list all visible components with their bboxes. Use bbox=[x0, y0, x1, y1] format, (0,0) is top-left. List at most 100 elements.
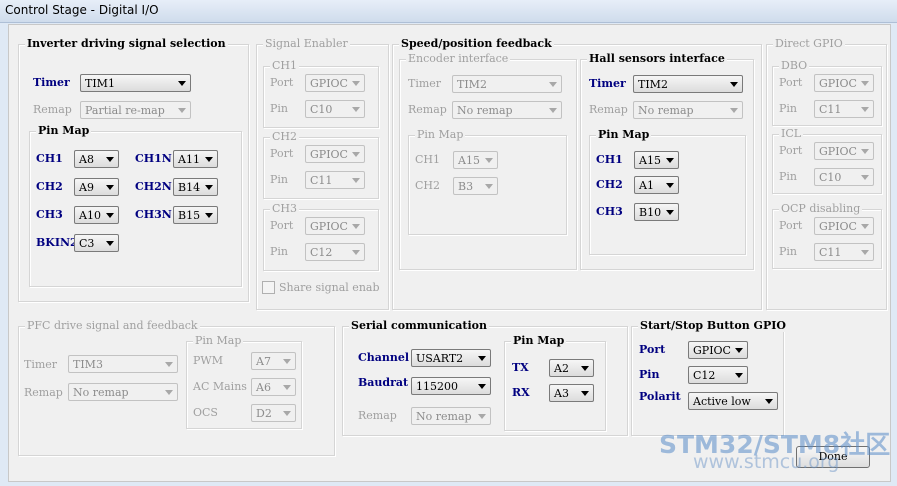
ch2n-select[interactable]: B14 bbox=[173, 178, 218, 196]
select-value: C11 bbox=[819, 246, 842, 259]
pfc-timer-select[interactable]: TIM3 bbox=[68, 355, 178, 373]
pfc-remap-select[interactable]: No remap bbox=[68, 383, 178, 401]
pfc-timer-label: Timer bbox=[24, 358, 58, 371]
chevron-down-icon bbox=[178, 108, 186, 113]
select-value: A10 bbox=[79, 209, 101, 222]
ocp-title: OCP disabling bbox=[779, 202, 863, 215]
pfc-pwm-select[interactable]: A7 bbox=[251, 352, 296, 370]
encoder-ch2-select[interactable]: B3 bbox=[453, 177, 498, 195]
hall-ch2-select[interactable]: A1 bbox=[634, 176, 679, 194]
select-value: 115200 bbox=[416, 380, 458, 393]
ocp-port-label: Port bbox=[779, 219, 803, 232]
dbo-port-label: Port bbox=[779, 76, 803, 89]
encoder-pinmap-group: Pin Map CH1 A15 CH2 B3 bbox=[408, 128, 567, 235]
serial-channel-select[interactable]: USART2 bbox=[411, 349, 491, 367]
select-value: A8 bbox=[79, 153, 94, 166]
encoder-remap-label: Remap bbox=[408, 103, 447, 116]
pfc-pinmap-group: Pin Map PWM A7 AC Mains A6 OCS D2 bbox=[186, 334, 302, 429]
select-value: A11 bbox=[178, 153, 200, 166]
enabler-ch1-pin-select[interactable]: C10 bbox=[305, 100, 365, 118]
serial-tx-select[interactable]: A2 bbox=[549, 359, 594, 377]
ocp-pin-select[interactable]: C11 bbox=[814, 243, 874, 261]
dbo-pin-select[interactable]: C11 bbox=[814, 100, 874, 118]
startstop-pin-select[interactable]: C12 bbox=[688, 366, 748, 384]
select-value: C12 bbox=[310, 246, 333, 259]
ch2-select[interactable]: A9 bbox=[74, 178, 119, 196]
ocp-port-select[interactable]: GPIOC bbox=[814, 217, 874, 235]
pfc-acmains-label: AC Mains bbox=[193, 380, 247, 393]
inverter-remap-label: Remap bbox=[33, 103, 72, 116]
enabler-ch2-port-select[interactable]: GPIOC bbox=[305, 145, 365, 163]
hall-pinmap-title: Pin Map bbox=[596, 128, 652, 141]
select-value: C10 bbox=[310, 103, 333, 116]
ch1-select[interactable]: A8 bbox=[74, 150, 119, 168]
encoder-remap-select[interactable]: No remap bbox=[452, 101, 562, 119]
select-value: GPIOC bbox=[310, 220, 348, 233]
serial-baud-select[interactable]: 115200 bbox=[411, 377, 491, 395]
pfc-ocs-select[interactable]: D2 bbox=[251, 404, 296, 422]
enabler-ch3-pin-label: Pin bbox=[270, 245, 289, 258]
chevron-down-icon bbox=[205, 185, 213, 190]
chevron-down-icon bbox=[861, 81, 869, 86]
select-value: C3 bbox=[79, 237, 95, 250]
icl-port-select[interactable]: GPIOC bbox=[814, 142, 874, 160]
chevron-down-icon bbox=[861, 107, 869, 112]
dbo-port-select[interactable]: GPIOC bbox=[814, 74, 874, 92]
pfc-acmains-select[interactable]: A6 bbox=[251, 378, 296, 396]
ch3-select[interactable]: A10 bbox=[74, 206, 119, 224]
hall-ch3-select[interactable]: B10 bbox=[634, 203, 679, 221]
select-value: A7 bbox=[256, 355, 271, 368]
chevron-down-icon bbox=[352, 178, 360, 183]
ch1n-select[interactable]: A11 bbox=[173, 150, 218, 168]
chevron-down-icon bbox=[666, 158, 674, 163]
select-value: No remap bbox=[457, 104, 513, 117]
inverter-timer-select[interactable]: TIM1 bbox=[80, 74, 191, 92]
pfc-pwm-label: PWM bbox=[193, 354, 223, 367]
chevron-down-icon bbox=[549, 108, 557, 113]
startstop-port-select[interactable]: GPIOC bbox=[688, 341, 748, 359]
inverter-group-title: Inverter driving signal selection bbox=[25, 37, 228, 50]
enabler-ch3-port-select[interactable]: GPIOC bbox=[305, 217, 365, 235]
encoder-title: Encoder interface bbox=[406, 52, 511, 65]
serial-remap-label: Remap bbox=[358, 409, 397, 422]
enabler-ch1-port-select[interactable]: GPIOC bbox=[305, 74, 365, 92]
select-value: TIM2 bbox=[457, 78, 487, 91]
share-signal-checkbox[interactable] bbox=[262, 281, 275, 294]
hall-remap-select[interactable]: No remap bbox=[633, 101, 743, 119]
startstop-polarity-select[interactable]: Active low bbox=[688, 392, 778, 410]
hall-group: Hall sensors interface Timer TIM2 Remap … bbox=[580, 52, 754, 270]
encoder-ch1-select[interactable]: A15 bbox=[453, 151, 498, 169]
hall-timer-select[interactable]: TIM2 bbox=[633, 75, 743, 93]
ch1-label: CH1 bbox=[36, 152, 63, 165]
chevron-down-icon bbox=[861, 149, 869, 154]
startstop-port-label: Port bbox=[639, 343, 666, 356]
bkin2-select[interactable]: C3 bbox=[74, 234, 119, 252]
chevron-down-icon bbox=[581, 391, 589, 396]
select-value: C11 bbox=[819, 103, 842, 116]
icl-pin-select[interactable]: C10 bbox=[814, 168, 874, 186]
chevron-down-icon bbox=[106, 157, 114, 162]
hall-remap-label: Remap bbox=[589, 103, 628, 116]
ch3n-select[interactable]: B15 bbox=[173, 206, 218, 224]
dbo-pin-label: Pin bbox=[779, 102, 798, 115]
select-value: GPIOC bbox=[819, 145, 857, 158]
encoder-timer-select[interactable]: TIM2 bbox=[452, 75, 562, 93]
enabler-ch2-pin-select[interactable]: C11 bbox=[305, 171, 365, 189]
watermark-url: www.stmcu.org bbox=[693, 451, 840, 473]
enabler-ch2-title: CH2 bbox=[270, 130, 300, 143]
chevron-down-icon bbox=[106, 241, 114, 246]
select-value: TIM3 bbox=[73, 358, 103, 371]
serial-rx-label: RX bbox=[512, 386, 530, 399]
select-value: A15 bbox=[639, 154, 661, 167]
chevron-down-icon bbox=[283, 385, 291, 390]
select-value: GPIOC bbox=[819, 220, 857, 233]
ch2n-label: CH2N bbox=[135, 180, 172, 193]
hall-ch1-select[interactable]: A15 bbox=[634, 151, 679, 169]
encoder-timer-label: Timer bbox=[408, 77, 442, 90]
inverter-remap-select[interactable]: Partial re-map bbox=[80, 101, 191, 119]
enabler-ch3-pin-select[interactable]: C12 bbox=[305, 243, 365, 261]
select-value: GPIOC bbox=[310, 77, 348, 90]
speed-feedback-title: Speed/position feedback bbox=[399, 37, 554, 50]
serial-rx-select[interactable]: A3 bbox=[549, 384, 594, 402]
serial-remap-select[interactable]: No remap bbox=[411, 407, 491, 425]
